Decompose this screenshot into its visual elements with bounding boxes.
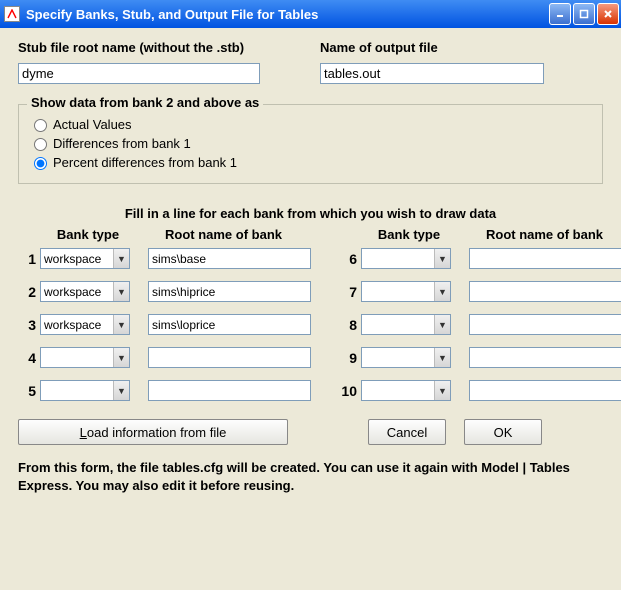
load-from-file-button[interactable]: Load information from file [18,419,288,445]
footer-text: From this form, the file tables.cfg will… [18,459,603,494]
bank-root-input[interactable] [469,347,621,368]
bank-row-6: 6▼ [339,248,621,269]
bank-type-select[interactable]: ▼ [40,380,130,401]
output-file-input[interactable] [320,63,544,84]
bank-type-select[interactable]: ▼ [361,281,451,302]
chevron-down-icon[interactable]: ▼ [434,315,450,334]
radio-differences[interactable]: Differences from bank 1 [29,135,592,151]
bank-type-header: Bank type [40,227,136,242]
bank-type-select[interactable]: ▼ [361,380,451,401]
bank-type-value: workspace [41,318,113,332]
stub-root-input[interactable] [18,63,260,84]
fill-line-label: Fill in a line for each bank from which … [18,206,603,221]
radio-actual-input[interactable] [34,119,47,132]
bank-row-7: 7▼ [339,281,621,302]
bank-number: 7 [339,284,361,300]
chevron-down-icon[interactable]: ▼ [434,348,450,367]
bank-root-input[interactable] [148,281,311,302]
bank-row-10: 10 ▼ [339,380,621,401]
bank-type-select[interactable]: workspace▼ [40,248,130,269]
radio-actual-label: Actual Values [53,117,132,132]
chevron-down-icon[interactable]: ▼ [434,282,450,301]
radio-pct-input[interactable] [34,157,47,170]
bank-root-input[interactable] [469,248,621,269]
bank-type-select[interactable]: workspace▼ [40,314,130,335]
show-mode-legend: Show data from bank 2 and above as [27,95,263,110]
bank-root-input[interactable] [469,380,621,401]
bank-number: 6 [339,251,361,267]
output-file-label: Name of output file [320,40,544,55]
bank-root-input[interactable] [148,248,311,269]
banks-left-column: Bank type Root name of bank 1workspace▼2… [18,227,311,413]
app-icon [4,6,20,22]
minimize-button[interactable] [549,3,571,25]
bank-row-2: 2workspace▼ [18,281,311,302]
stub-root-label: Stub file root name (without the .stb) [18,40,260,55]
bank-type-select[interactable]: ▼ [361,347,451,368]
bank-type-select[interactable]: ▼ [361,314,451,335]
dialog-body: Stub file root name (without the .stb) N… [0,28,621,510]
bank-row-8: 8▼ [339,314,621,335]
chevron-down-icon[interactable]: ▼ [113,249,129,268]
chevron-down-icon[interactable]: ▼ [434,249,450,268]
cancel-button[interactable]: Cancel [368,419,446,445]
bank-row-3: 3workspace▼ [18,314,311,335]
bank-type-value: workspace [41,285,113,299]
show-mode-group: Show data from bank 2 and above as Actua… [18,104,603,184]
bank-root-input[interactable] [469,281,621,302]
titlebar: Specify Banks, Stub, and Output File for… [0,0,621,28]
maximize-button[interactable] [573,3,595,25]
radio-percent-differences[interactable]: Percent differences from bank 1 [29,154,592,170]
bank-type-select[interactable]: ▼ [361,248,451,269]
bank-type-header-2: Bank type [361,227,457,242]
bank-row-1: 1workspace▼ [18,248,311,269]
bank-number: 1 [18,251,40,267]
bank-root-input[interactable] [148,314,311,335]
chevron-down-icon[interactable]: ▼ [113,348,129,367]
chevron-down-icon[interactable]: ▼ [113,315,129,334]
bank-type-value: workspace [41,252,113,266]
bank-row-4: 4▼ [18,347,311,368]
radio-diff-label: Differences from bank 1 [53,136,191,151]
bank-number: 8 [339,317,361,333]
bank-type-select[interactable]: workspace▼ [40,281,130,302]
bank-type-select[interactable]: ▼ [40,347,130,368]
bank-number: 10 [339,383,361,399]
bank-row-5: 5▼ [18,380,311,401]
bank-number: 4 [18,350,40,366]
radio-actual-values[interactable]: Actual Values [29,116,592,132]
bank-number: 2 [18,284,40,300]
root-name-header: Root name of bank [136,227,311,242]
bank-number: 3 [18,317,40,333]
bank-row-9: 9▼ [339,347,621,368]
bank-root-input[interactable] [469,314,621,335]
ok-button[interactable]: OK [464,419,542,445]
radio-pct-label: Percent differences from bank 1 [53,155,237,170]
banks-right-column: Bank type Root name of bank 6▼7▼8▼9▼10▼ [339,227,621,413]
bank-number: 9 [339,350,361,366]
close-button[interactable] [597,3,619,25]
bank-root-input[interactable] [148,380,311,401]
chevron-down-icon[interactable]: ▼ [113,381,129,400]
chevron-down-icon[interactable]: ▼ [113,282,129,301]
bank-root-input[interactable] [148,347,311,368]
radio-diff-input[interactable] [34,138,47,151]
window-title: Specify Banks, Stub, and Output File for… [26,7,547,22]
bank-number: 5 [18,383,40,399]
root-name-header-2: Root name of bank [457,227,621,242]
chevron-down-icon[interactable]: ▼ [434,381,450,400]
